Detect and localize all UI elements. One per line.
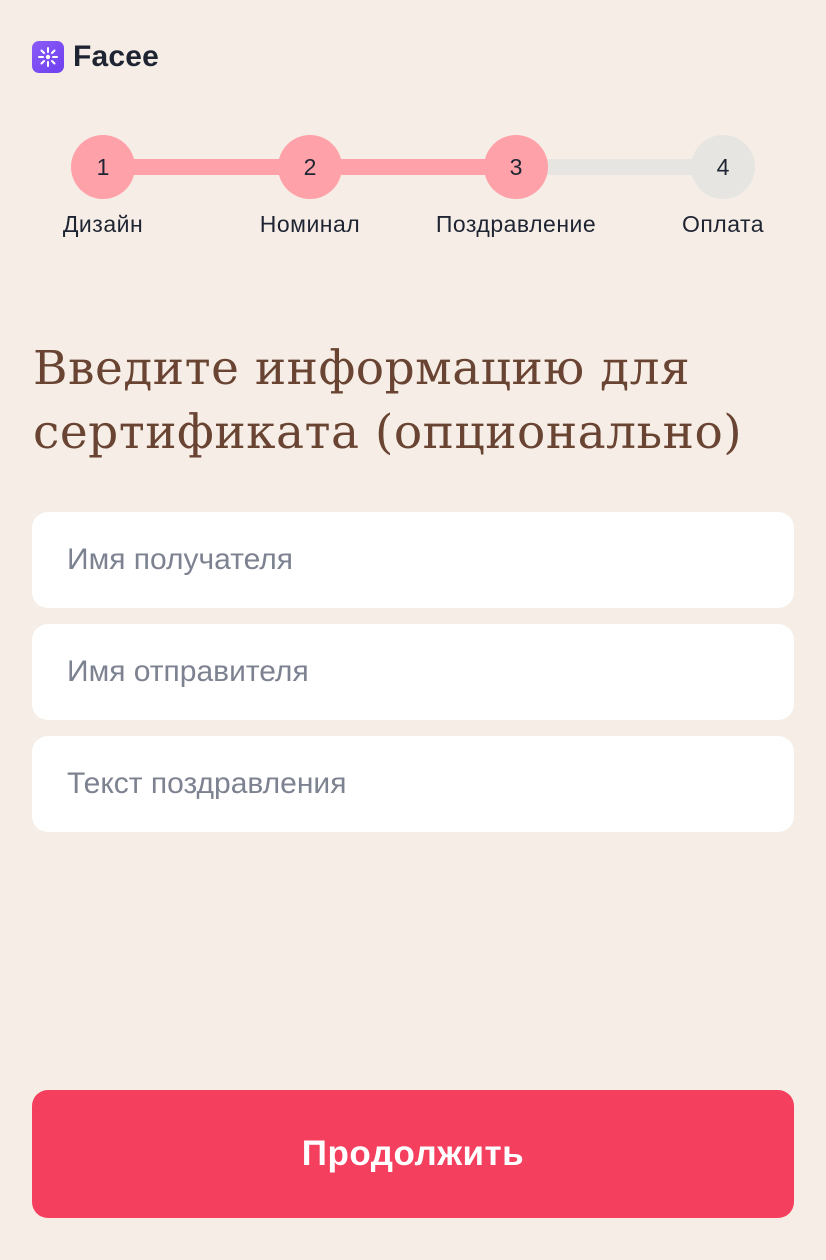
- step-1-circle[interactable]: 1: [71, 135, 135, 199]
- progress-stepper: 1 2 3 4 Дизайн Номинал Поздравление Опла…: [0, 135, 826, 245]
- step-4-number: 4: [716, 153, 730, 180]
- page: Facee 1 2 3 4 Дизайн Номинал Поздравлени…: [0, 0, 826, 1260]
- step-2-circle[interactable]: 2: [278, 135, 342, 199]
- page-title: Введите информацию для сертификата (опци…: [33, 341, 743, 460]
- sparkle-icon: [32, 41, 64, 73]
- continue-button[interactable]: Продолжить: [32, 1090, 794, 1218]
- brand-name: Facee: [73, 40, 160, 73]
- sender-name-input[interactable]: [32, 624, 794, 720]
- step-1-label: Дизайн: [62, 211, 144, 237]
- step-4-label: Оплата: [681, 211, 765, 237]
- greeting-text-input[interactable]: [32, 736, 794, 832]
- step-4-circle: 4: [691, 135, 755, 199]
- step-2-label: Номинал: [259, 211, 361, 237]
- recipient-name-input[interactable]: [32, 512, 794, 608]
- step-2-number: 2: [303, 153, 317, 180]
- step-1-number: 1: [96, 153, 110, 180]
- brand[interactable]: Facee: [32, 40, 159, 74]
- step-3-label: Поздравление: [435, 211, 597, 237]
- step-3-circle[interactable]: 3: [484, 135, 548, 199]
- step-3-number: 3: [509, 153, 523, 180]
